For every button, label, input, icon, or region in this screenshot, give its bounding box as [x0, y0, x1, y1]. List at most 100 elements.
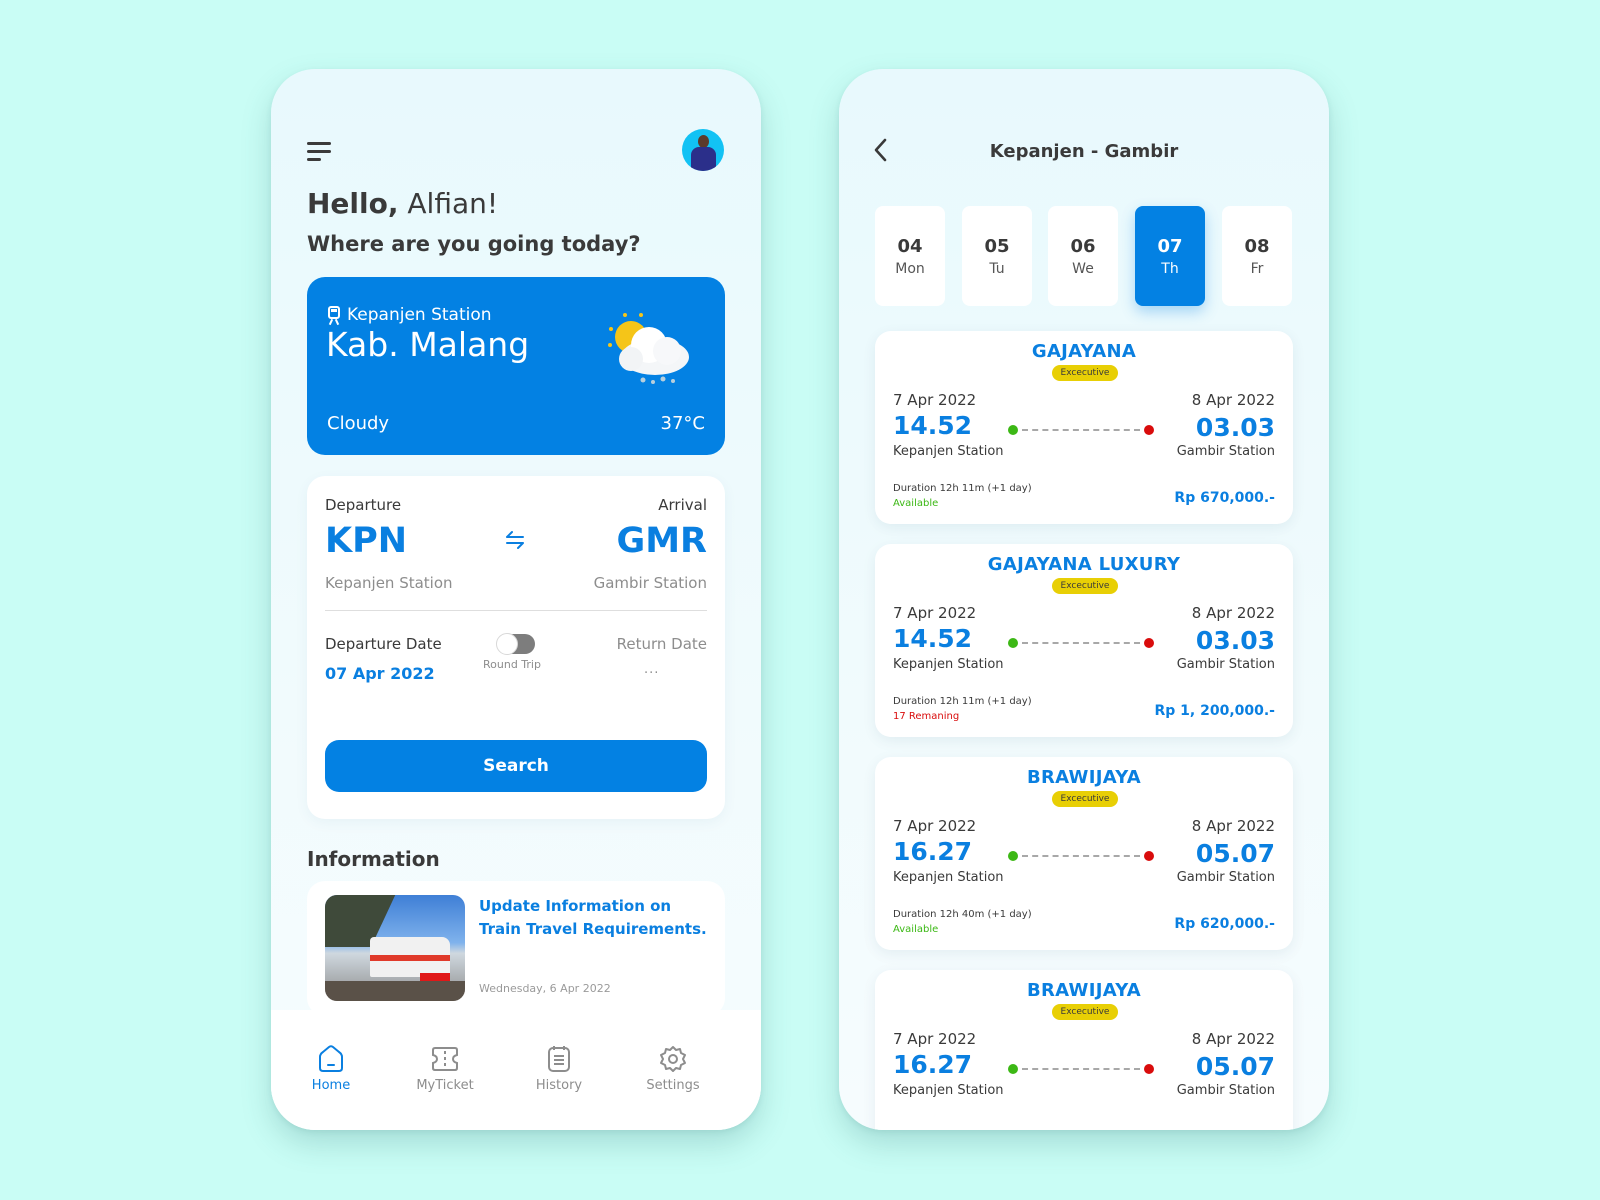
trip-duration: Duration 12h 11m (+1 day)	[893, 483, 1032, 494]
departure-station: Kepanjen Station	[893, 444, 1004, 459]
date-chip-selected[interactable]: 07 Th	[1135, 206, 1205, 306]
departure-date-label: Departure Date	[325, 635, 442, 653]
ticket-icon	[432, 1047, 458, 1071]
route-line	[1008, 638, 1154, 648]
departure-station-name: Kepanjen Station	[325, 574, 453, 592]
departure-station: Kepanjen Station	[893, 1083, 1004, 1098]
destination-dot-icon	[1144, 851, 1154, 861]
route-line	[1008, 425, 1154, 435]
departure-station: Kepanjen Station	[893, 870, 1004, 885]
hamburger-menu-icon[interactable]	[307, 141, 333, 163]
arrival-time: 03.03	[1195, 413, 1275, 442]
nav-history-label: History	[535, 1078, 583, 1093]
date-weekday: Fr	[1250, 261, 1264, 277]
departure-date-value[interactable]: 07 Apr 2022	[325, 664, 435, 683]
departure-date: 7 Apr 2022	[893, 1030, 977, 1048]
nav-home-label: Home	[311, 1078, 351, 1093]
page-title: Kepanjen - Gambir	[989, 141, 1179, 162]
date-chip[interactable]: 04 Mon	[875, 206, 945, 306]
date-weekday: Mon	[895, 261, 925, 277]
seat-availability: 17 Remaning	[893, 711, 960, 722]
train-result-card[interactable]: GAJAYANA Excecutive 7 Apr 2022 8 Apr 202…	[875, 331, 1293, 524]
date-weekday: We	[1072, 261, 1094, 277]
news-card[interactable]: Update Information on Train Travel Requi…	[307, 881, 725, 1016]
departure-date: 7 Apr 2022	[893, 391, 977, 409]
train-name: BRAWIJAYA	[1026, 767, 1142, 788]
search-button[interactable]: Search	[325, 740, 707, 792]
return-date-value[interactable]: ...	[644, 662, 659, 677]
home-icon	[319, 1045, 343, 1072]
weather-station: Kepanjen Station	[327, 305, 492, 326]
departure-label: Departure	[325, 496, 402, 514]
destination-dot-icon	[1144, 1064, 1154, 1074]
ticket-price: Rp 620,000.-	[1174, 916, 1275, 932]
class-badge: Excecutive	[1052, 365, 1118, 381]
arrival-time: 05.07	[1195, 1052, 1275, 1081]
date-selector: 04 Mon 05 Tu 06 We 07 Th 08 Fr	[875, 206, 1295, 306]
date-day: 07	[1157, 236, 1183, 257]
departure-station-code[interactable]: KPN	[325, 521, 407, 561]
news-date: Wednesday, 6 Apr 2022	[479, 982, 611, 995]
page-subtitle: Where are you going today?	[307, 232, 641, 256]
news-thumbnail[interactable]	[325, 895, 465, 1001]
origin-dot-icon	[1008, 425, 1018, 435]
departure-time: 14.52	[893, 411, 973, 440]
arrival-time: 03.03	[1195, 626, 1275, 655]
class-badge: Excecutive	[1052, 791, 1118, 807]
date-weekday: Th	[1161, 261, 1179, 277]
weather-temperature: 37°C	[660, 413, 705, 434]
nav-home[interactable]: Home	[286, 1044, 376, 1093]
ticket-price: Rp 1, 200,000.-	[1154, 703, 1275, 719]
date-chip[interactable]: 06 We	[1048, 206, 1118, 306]
settings-icon	[660, 1046, 686, 1072]
nav-settings[interactable]: Settings	[628, 1044, 718, 1093]
weather-condition: Cloudy	[327, 413, 390, 434]
origin-dot-icon	[1008, 1064, 1018, 1074]
results-screen: Kepanjen - Gambir 04 Mon 05 Tu 06 We 07 Th 0…	[839, 69, 1329, 1130]
divider	[325, 610, 707, 611]
train-result-card[interactable]: BRAWIJAYA Excecutive 7 Apr 2022 8 Apr 20…	[875, 757, 1293, 950]
train-name: GAJAYANA LUXURY	[987, 554, 1181, 575]
greeting: Hello, Alfian!	[307, 187, 498, 220]
trip-duration: Duration 12h 40m (+1 day)	[893, 909, 1032, 920]
arrival-label: Arrival	[658, 496, 707, 514]
weather-city: Kab. Malang	[326, 325, 530, 364]
destination-dot-icon	[1144, 425, 1154, 435]
train-result-card[interactable]: BRAWIJAYA Excecutive 7 Apr 2022 8 Apr 20…	[875, 970, 1293, 1130]
date-day: 04	[897, 236, 923, 257]
date-weekday: Tu	[989, 261, 1005, 277]
train-result-card[interactable]: GAJAYANA LUXURY Excecutive 7 Apr 2022 8 …	[875, 544, 1293, 737]
swap-arrows-icon[interactable]	[504, 530, 526, 550]
train-name: BRAWIJAYA	[1026, 980, 1142, 1001]
date-chip[interactable]: 08 Fr	[1222, 206, 1292, 306]
date-chip[interactable]: 05 Tu	[962, 206, 1032, 306]
date-day: 08	[1244, 236, 1270, 257]
class-badge: Excecutive	[1052, 1004, 1118, 1020]
return-date-label: Return Date	[616, 635, 707, 653]
arrival-station: Gambir Station	[1176, 444, 1275, 459]
nav-history[interactable]: History	[514, 1044, 604, 1093]
train-name: GAJAYANA	[1031, 341, 1137, 362]
route-line	[1008, 851, 1154, 861]
departure-station: Kepanjen Station	[893, 657, 1004, 672]
arrival-station: Gambir Station	[1176, 657, 1275, 672]
arrival-station-code[interactable]: GMR	[616, 521, 707, 561]
weather-card: Kepanjen Station Kab. Malang Cloudy 37°C	[307, 277, 725, 455]
bottom-navigation: Home MyTicket History Settings	[271, 1010, 761, 1130]
departure-time: 16.27	[893, 837, 973, 866]
news-title[interactable]: Update Information on Train Travel Requi…	[479, 895, 709, 941]
nav-myticket[interactable]: MyTicket	[400, 1044, 490, 1093]
arrival-station-name: Gambir Station	[593, 574, 707, 592]
arrival-date: 8 Apr 2022	[1191, 391, 1275, 409]
arrival-station: Gambir Station	[1176, 1083, 1275, 1098]
round-trip-toggle[interactable]	[496, 633, 535, 655]
date-day: 05	[984, 236, 1010, 257]
information-heading: Information	[307, 847, 440, 871]
class-badge: Excecutive	[1052, 578, 1118, 594]
seat-availability: Available	[893, 924, 939, 935]
departure-date: 7 Apr 2022	[893, 604, 977, 622]
departure-date: 7 Apr 2022	[893, 817, 977, 835]
user-avatar[interactable]	[682, 129, 724, 171]
train-icon	[327, 306, 341, 326]
departure-time: 14.52	[893, 624, 973, 653]
